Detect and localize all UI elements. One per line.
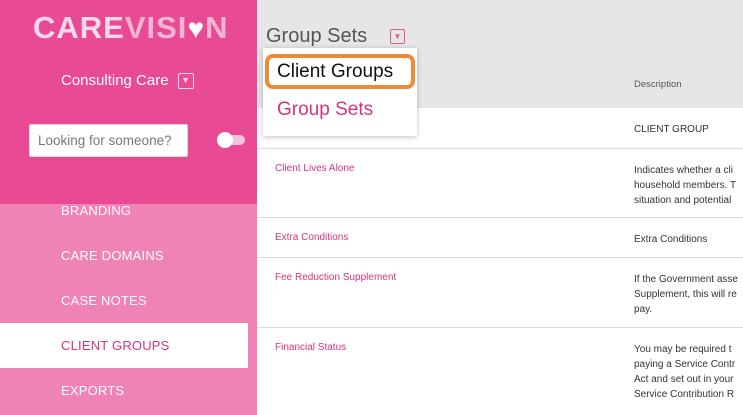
sidebar-header: CAREVISI♥N Consulting Care ▼	[0, 0, 257, 204]
nav-item-client-groups[interactable]: CLIENT GROUPS	[0, 323, 248, 368]
nav-item-label: BRANDING	[61, 203, 132, 218]
nav-item-branding[interactable]: BRANDING	[0, 188, 257, 233]
row-description: Extra Conditions	[634, 234, 708, 245]
nav-item-case-notes[interactable]: CASE NOTES	[0, 278, 257, 323]
nav-item-exports[interactable]: EXPORTS	[0, 368, 257, 413]
row-description: If the Government asse Supplement, this …	[634, 274, 738, 315]
app-window: CAREVISI♥N Consulting Care ▼ BRANDING CA…	[0, 0, 743, 415]
toggle-knob	[217, 132, 233, 148]
nav-item-label: CARE DOMAINS	[61, 248, 164, 263]
row-name[interactable]: Extra Conditions	[275, 232, 348, 243]
chevron-down-icon[interactable]: ▼	[390, 29, 405, 44]
chevron-down-icon[interactable]: ▼	[177, 72, 194, 89]
row-description: You may be required t paying a Service C…	[634, 344, 736, 400]
row-name[interactable]: Financial Status	[275, 342, 346, 353]
carevision-logo[interactable]: CAREVISI♥N	[33, 10, 228, 47]
nav-item-care-domains[interactable]: CARE DOMAINS	[0, 233, 257, 278]
group-table: CLIENT GROUP Client Lives Alone Indicate…	[257, 108, 743, 415]
sidebar-nav: BRANDING CARE DOMAINS CASE NOTES CLIENT …	[0, 188, 257, 413]
heart-icon: ♥	[187, 13, 206, 44]
table-row[interactable]: Financial Status You may be required t p…	[257, 328, 743, 415]
table-row[interactable]: Client Lives Alone Indicates whether a c…	[257, 149, 743, 218]
row-name[interactable]: Fee Reduction Supplement	[275, 272, 396, 283]
search-input[interactable]	[29, 124, 188, 157]
row-description: Indicates whether a cli household member…	[634, 165, 737, 206]
nav-item-label: CLIENT GROUPS	[61, 338, 170, 353]
row-name[interactable]: Client Lives Alone	[275, 163, 355, 174]
table-row[interactable]: Fee Reduction Supplement If the Governme…	[257, 258, 743, 328]
page-title: Group Sets	[266, 25, 368, 47]
toggle-switch[interactable]	[217, 132, 247, 148]
group-type-dropdown: Client Groups Group Sets	[263, 48, 417, 136]
nav-item-label: CASE NOTES	[61, 293, 147, 308]
table-row[interactable]: Extra Conditions Extra Conditions	[257, 218, 743, 258]
row-description: CLIENT GROUP	[634, 124, 709, 135]
nav-item-label: EXPORTS	[61, 383, 125, 398]
dropdown-option-client-groups[interactable]: Client Groups	[265, 54, 415, 89]
organization-selector[interactable]: Consulting Care ▼	[61, 72, 194, 89]
organization-name: Consulting Care	[61, 72, 169, 89]
sidebar: CAREVISI♥N Consulting Care ▼ BRANDING CA…	[0, 0, 257, 415]
dropdown-option-group-sets[interactable]: Group Sets	[277, 99, 373, 121]
column-header-description: Description	[634, 79, 682, 90]
